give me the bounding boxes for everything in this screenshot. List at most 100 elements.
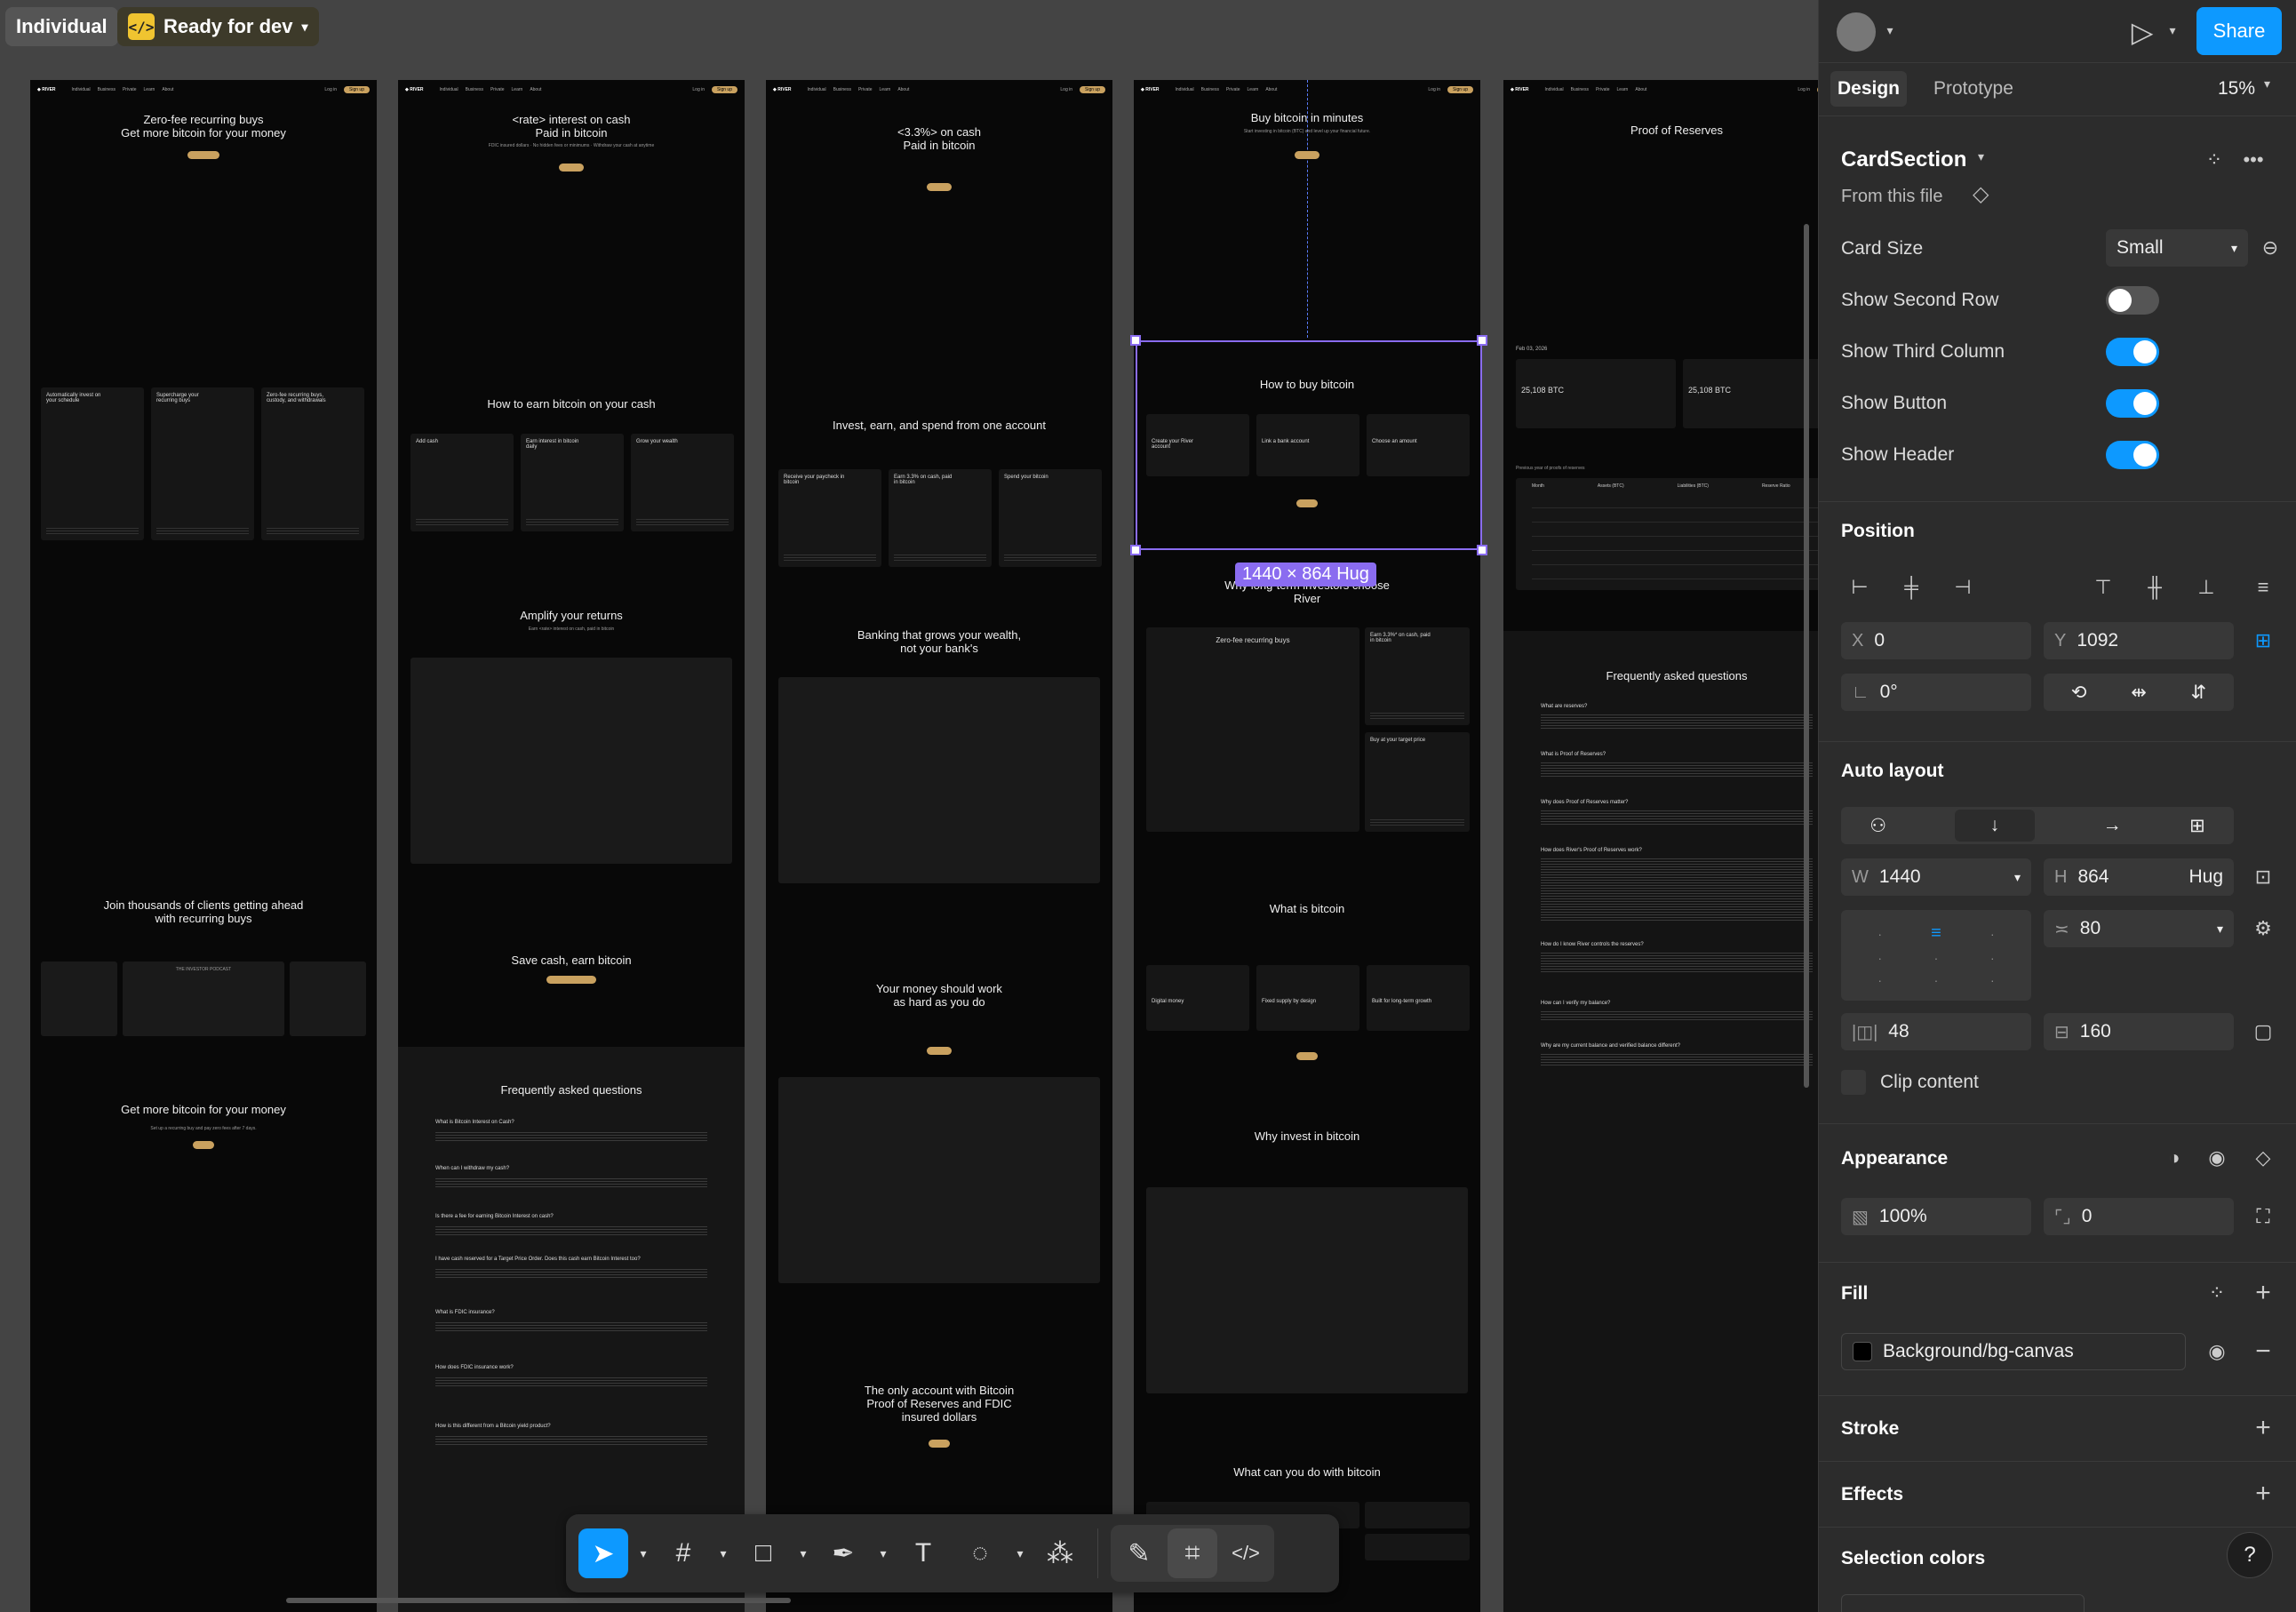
cta-button[interactable] [546,976,596,984]
help-button[interactable]: ? [2227,1532,2273,1578]
flip-horizontal-icon[interactable]: ⇹ [2131,682,2147,704]
flip-vertical-icon[interactable]: ⇵ [2191,682,2207,704]
ready-for-dev-chip[interactable]: </> Ready for dev ▾ [117,7,319,46]
distribute-icon[interactable]: ≡ [2244,569,2282,606]
width-input[interactable]: W 1440 ▾ [1841,858,2031,896]
component-grid-icon[interactable]: ⁘ [2200,146,2228,174]
chevron-down-icon[interactable]: ▾ [875,1528,891,1578]
chevron-down-icon[interactable]: ▾ [1978,149,1984,164]
clip-content-checkbox[interactable] [1841,1070,1866,1095]
layout-vertical-icon[interactable]: ↓ [1954,810,2036,842]
more-icon[interactable]: ••• [2239,146,2268,174]
align-center-h-icon[interactable]: ╪ [1893,569,1930,606]
advanced-layout-icon[interactable]: ⚙ [2248,914,2278,944]
tab-prototype[interactable]: Prototype [1933,78,2013,100]
chevron-down-icon[interactable]: ▾ [2164,20,2181,41]
faq-question[interactable]: How is this different from a Bitcoin yie… [435,1424,707,1429]
zoom-level[interactable]: 15% [2218,78,2255,100]
align-top-icon[interactable]: ⊤ [2085,569,2122,606]
chevron-down-icon[interactable]: ▾ [795,1528,811,1578]
opacity-input[interactable]: ▧ 100% [1841,1198,2031,1235]
faq-question[interactable]: How can I verify my balance? [1541,1001,1813,1006]
plus-icon[interactable]: + [2248,1413,2278,1443]
cta-button[interactable] [929,1440,950,1448]
faq-question[interactable]: How do I know River controls the reserve… [1541,942,1813,947]
gap-input[interactable]: ≍ 80 ▾ [2044,910,2234,947]
height-input[interactable]: H 864 Hug [2044,858,2234,896]
minus-icon[interactable]: − [2248,1337,2278,1367]
cta-button[interactable] [927,1047,952,1055]
text-tool-icon[interactable]: T [898,1528,948,1578]
individual-padding-icon[interactable]: ▢ [2248,1017,2278,1047]
plus-icon[interactable]: + [2248,1479,2278,1509]
reset-icon[interactable]: ⊖ [2255,233,2285,263]
hero-button[interactable] [1295,151,1319,159]
faq-question[interactable]: Why does Proof of Reserves matter? [1541,800,1813,805]
frame-proof-of-reserves[interactable]: ◆ RIVER Individual Business Private Learn Abo… [1503,80,1818,1612]
show-second-row-toggle[interactable] [2106,286,2159,315]
selection-box[interactable] [1136,340,1482,550]
design-canvas[interactable]: Individual </> Ready for dev ▾ ◆ RIVER In… [0,0,1818,1612]
y-input[interactable]: Y 1092 [2044,622,2234,659]
faq-question[interactable]: Why are my current balance and verified … [1541,1043,1813,1049]
rectangle-tool-icon[interactable]: □ [738,1528,788,1578]
diamond-icon[interactable]: ◇ [1973,181,1989,207]
card-size-select[interactable]: Small ▾ [2106,229,2248,267]
frame-banking[interactable]: ◆ RIVER Individual Business Private Learn Abo… [766,80,1112,1612]
constraints-icon[interactable]: ⊞ [2248,626,2278,656]
align-bottom-icon[interactable]: ⊥ [2188,569,2225,606]
faq-question[interactable]: When can I withdraw my cash? [435,1166,707,1171]
align-center-v-icon[interactable]: ╫ [2136,569,2173,606]
frame-recurring-buys[interactable]: ◆ RIVER Individual Business Private Learn Abo… [30,80,377,1612]
hero-button[interactable] [927,183,952,191]
horizontal-scrollbar[interactable] [286,1598,791,1603]
faq-question[interactable]: How does River's Proof of Reserves work? [1541,848,1813,853]
dev-mode-icon[interactable]: </> [1221,1528,1271,1578]
faq-question[interactable]: What is Bitcoin Interest on Cash? [435,1120,707,1125]
share-button[interactable]: Share [2196,7,2282,55]
chevron-down-icon[interactable]: ▾ [1881,20,1899,41]
rotate-icon[interactable]: ⟲ [2071,682,2087,704]
variable-mode-icon[interactable]: ◑ [2159,1143,2189,1173]
styles-icon[interactable]: ⁘ [2202,1278,2232,1308]
padding-horizontal-input[interactable]: |◫| 48 [1841,1013,2031,1050]
chevron-down-icon[interactable]: ▾ [1012,1528,1028,1578]
chevron-down-icon[interactable]: ▾ [715,1528,731,1578]
fill-style[interactable]: Background/bg-canvas [1841,1333,2186,1370]
resize-handle[interactable] [1130,545,1141,555]
actions-icon[interactable]: ⁂ [1035,1528,1085,1578]
resize-handle[interactable] [1477,335,1487,346]
section-button[interactable] [1296,1052,1318,1060]
plus-icon[interactable]: + [2248,1278,2278,1308]
faq-question[interactable]: Is there a fee for earning Bitcoin Inter… [435,1214,707,1219]
blend-mode-icon[interactable]: ◇ [2248,1143,2278,1173]
frame-buy-bitcoin[interactable]: ◆ RIVER Individual Business Private Learn Abo… [1134,80,1480,1612]
comment-tool-icon[interactable]: ◌ [955,1528,1005,1578]
faq-question[interactable]: How does FDIC insurance work? [435,1365,707,1370]
radius-input[interactable]: ⌜⌟ 0 [2044,1198,2234,1235]
show-button-toggle[interactable] [2106,389,2159,418]
x-input[interactable]: X0 [1841,622,2031,659]
eye-icon[interactable]: ◉ [2202,1143,2232,1173]
frame-tool-icon[interactable]: # [658,1528,708,1578]
resize-icon[interactable]: ⊡ [2248,862,2278,892]
resize-handle[interactable] [1130,335,1141,346]
eye-icon[interactable]: ◉ [2202,1337,2232,1367]
show-third-column-toggle[interactable] [2106,338,2159,366]
layout-freeform-icon[interactable]: ⚇ [1869,815,1886,837]
chevron-down-icon[interactable]: ▾ [2264,76,2270,92]
play-icon[interactable]: ▷ [2123,12,2162,52]
faq-question[interactable]: What is Proof of Reserves? [1541,752,1813,757]
individual-chip[interactable]: Individual [5,7,118,46]
selection-color-row[interactable] [1841,1594,2085,1612]
cta-button[interactable] [193,1141,214,1149]
hero-button[interactable] [559,164,584,172]
vertical-scrollbar[interactable] [1804,224,1809,1088]
alignment-grid[interactable]: · ≡ · · · · · · · [1841,910,2031,1001]
component-name[interactable]: CardSection [1841,148,1966,172]
frame-interest-on-cash[interactable]: ◆ RIVER Individual Business Private Learn Abo… [398,80,745,1612]
faq-question[interactable]: What are reserves? [1541,704,1813,709]
move-tool-icon[interactable]: ➤ [578,1528,628,1578]
resize-handle[interactable] [1477,545,1487,555]
align-left-icon[interactable]: ⊢ [1841,569,1878,606]
